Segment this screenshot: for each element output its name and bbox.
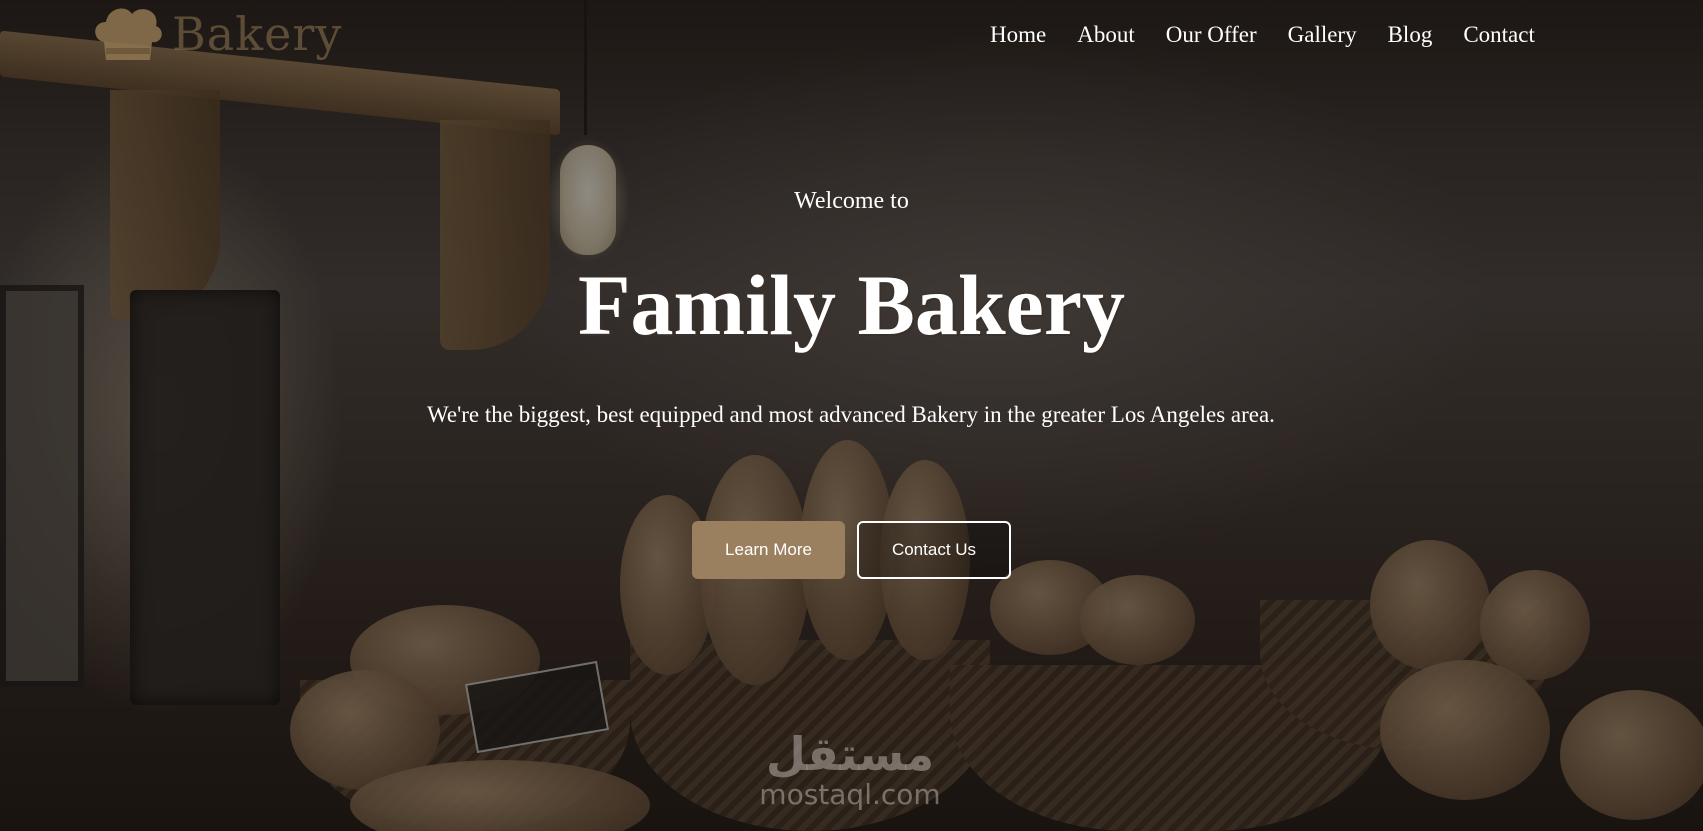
hero-welcome: Welcome to <box>794 188 909 214</box>
learn-more-button[interactable]: Learn More <box>692 521 845 579</box>
contact-us-button[interactable]: Contact Us <box>857 521 1011 579</box>
chef-hat-icon <box>95 8 162 60</box>
hero-title: Family Bakery <box>578 257 1125 353</box>
main-nav: Home About Our Offer Gallery Blog Contac… <box>990 22 1535 48</box>
nav-contact[interactable]: Contact <box>1463 22 1535 48</box>
watermark-arabic: مستقل <box>765 727 935 781</box>
hero-description: We're the biggest, best equipped and mos… <box>427 402 1275 427</box>
nav-our-offer[interactable]: Our Offer <box>1166 22 1257 48</box>
nav-about[interactable]: About <box>1077 22 1135 48</box>
site-logo[interactable]: Bakery <box>90 2 342 66</box>
logo-text: Bakery <box>172 7 343 61</box>
nav-blog[interactable]: Blog <box>1388 22 1433 48</box>
mostaql-watermark: مستقل mostaql.com <box>745 728 955 810</box>
nav-home[interactable]: Home <box>990 22 1046 48</box>
watermark-latin: mostaql.com <box>759 778 941 811</box>
nav-gallery[interactable]: Gallery <box>1288 22 1357 48</box>
hero-section: Bakery Home About Our Offer Gallery Blog… <box>0 0 1703 831</box>
